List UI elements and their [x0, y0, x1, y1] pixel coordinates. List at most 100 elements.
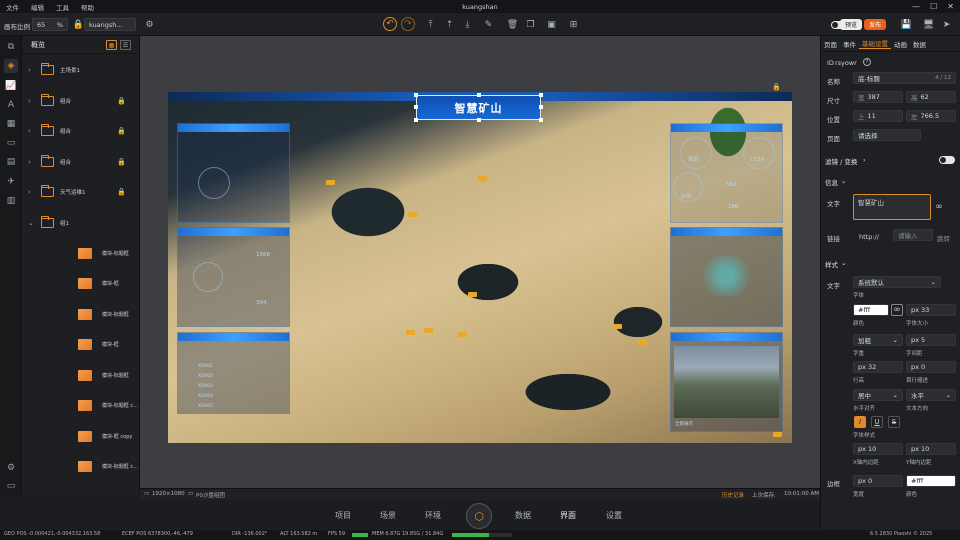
layer-item[interactable]: › 组合 🔒 [22, 91, 140, 111]
layer-item[interactable]: 模块-标题框 c... [22, 457, 140, 477]
group-icon[interactable]: ▣ [545, 18, 558, 31]
layer-item[interactable]: 模块-标题框 [22, 243, 140, 263]
tab-project[interactable]: 项目 [335, 510, 351, 521]
resize-handle[interactable] [539, 105, 543, 109]
layer-item[interactable]: › 组合 🔒 [22, 152, 140, 172]
resize-handle[interactable] [539, 118, 543, 122]
settings-icon[interactable]: ⚙ [4, 461, 18, 475]
italic-icon[interactable]: I [854, 416, 866, 428]
chevron-right-icon[interactable]: › [28, 158, 31, 166]
left-panel-1[interactable] [177, 123, 290, 223]
layers-icon[interactable]: ◈ [4, 59, 18, 73]
resize-handle[interactable] [414, 105, 418, 109]
right-panel-3[interactable]: 全景展示 [670, 332, 783, 432]
tab-settings[interactable]: 设置 [606, 510, 622, 521]
link-prefix[interactable]: http:// [859, 233, 879, 241]
tab-animation[interactable]: 动画 [891, 39, 910, 49]
tab-ui[interactable]: 界面 [560, 510, 576, 521]
layer-item[interactable]: 模块-框 [22, 335, 140, 355]
resize-handle[interactable] [477, 118, 481, 122]
style-section[interactable]: 样式 [825, 259, 838, 269]
layer-item[interactable]: 模块-标题框 [22, 304, 140, 324]
left-input[interactable]: 左 766.5 [906, 110, 956, 122]
resize-handle[interactable] [477, 93, 481, 97]
scene-canvas[interactable]: 智慧矿山 1568 394 XXX01 XXX02 XXX03 XXX04 XXX05 … [168, 92, 792, 443]
zoom-input[interactable]: 65 % [32, 18, 68, 31]
publish-button[interactable]: 发布 [864, 19, 887, 30]
layer-item[interactable]: › 主场景1 [22, 60, 140, 80]
font-size-input[interactable]: px 33 [906, 304, 956, 316]
maximize-icon[interactable]: ☐ [930, 2, 937, 11]
delete-icon[interactable]: 🗑 [506, 18, 519, 31]
layer-item[interactable]: › 组合 🔒 [22, 121, 140, 141]
width-input[interactable]: 宽 387 [853, 91, 903, 103]
padding-y-input[interactable]: px 10 [906, 443, 956, 455]
canvas-lock-icon[interactable]: 🔒 [772, 83, 781, 91]
menu-help[interactable]: 帮助 [75, 2, 100, 12]
border-width-input[interactable]: px 0 [853, 475, 903, 487]
chevron-down-icon[interactable]: ⌄ [28, 219, 34, 227]
padding-x-input[interactable]: px 10 [853, 443, 903, 455]
move-up-icon[interactable]: ⇡ [443, 18, 456, 31]
preview-button[interactable]: 预览 [840, 19, 863, 30]
border-color-input[interactable]: #fff [906, 475, 956, 487]
resize-handle[interactable] [414, 93, 418, 97]
layer-item[interactable]: 模块-标题框 [22, 365, 140, 385]
table-icon[interactable]: ▦ [4, 117, 18, 131]
chevron-right-icon[interactable]: › [28, 66, 31, 74]
home-logo-icon[interactable]: ⬡ [466, 503, 492, 529]
jump-button[interactable]: 跳转 [937, 233, 950, 243]
layer-item[interactable]: 模块-框 copy [22, 426, 140, 446]
line-height-input[interactable]: px 32 [853, 361, 903, 373]
font-select[interactable]: 系统默认 ⌄ [853, 276, 941, 288]
grid-icon[interactable]: ⊞ [567, 18, 580, 31]
layer-item[interactable]: ⌄ 组1 [22, 213, 140, 233]
copy-icon[interactable]: ❐ [524, 18, 537, 31]
project-select[interactable]: kuangsh... [84, 18, 136, 31]
color-input[interactable]: #fff [853, 304, 889, 316]
left-panel-3[interactable] [177, 332, 290, 414]
tab-events[interactable]: 事件 [840, 39, 859, 49]
tab-basic[interactable]: 基础设置 [859, 38, 891, 49]
lock-icon[interactable]: 🔒 [117, 97, 126, 105]
tab-page[interactable]: 页面 [821, 39, 840, 49]
send-icon[interactable]: ➤ [940, 18, 953, 31]
letter-spacing-input[interactable]: px 5 [906, 334, 956, 346]
chevron-right-icon[interactable]: › [28, 188, 31, 196]
resize-handle[interactable] [539, 93, 543, 97]
help-icon[interactable]: ? [863, 58, 871, 66]
align-top-icon[interactable]: ⤒ [424, 18, 437, 31]
resize-handle[interactable] [414, 118, 418, 122]
chart-icon[interactable]: 📈 [4, 79, 18, 93]
right-panel-2[interactable] [670, 227, 783, 327]
text-direction-select[interactable]: 水平 ⌄ [906, 389, 956, 401]
chevron-right-icon[interactable]: › [28, 97, 31, 105]
tab-data[interactable]: 数据 [910, 39, 929, 49]
filter-toggle[interactable] [939, 156, 955, 166]
list-view-icon[interactable]: ☰ [120, 40, 131, 50]
monitor-icon[interactable]: 🖥 [922, 18, 935, 31]
underline-icon[interactable]: U [871, 416, 883, 428]
link-icon[interactable]: ∞ [891, 304, 903, 316]
scene-title-element[interactable]: 智慧矿山 [416, 95, 541, 120]
archive-icon[interactable]: ▥ [4, 194, 18, 208]
lock-icon[interactable]: 🔒 [117, 127, 126, 135]
chevron-right-icon[interactable]: › [28, 127, 31, 135]
text-align-select[interactable]: 居中 ⌄ [853, 389, 903, 401]
indent-input[interactable]: px 0 [906, 361, 956, 373]
text-icon[interactable]: A [4, 98, 18, 112]
tab-scene[interactable]: 场景 [380, 510, 396, 521]
terminal-icon[interactable]: ▭ [4, 479, 18, 493]
menu-edit[interactable]: 编辑 [25, 2, 50, 12]
tab-data[interactable]: 数据 [515, 510, 531, 521]
font-weight-select[interactable]: 加粗 ⌄ [853, 334, 903, 346]
undo-icon[interactable]: ↶ [383, 17, 397, 31]
close-icon[interactable]: ✕ [947, 2, 954, 11]
image-icon[interactable]: ▭ [4, 136, 18, 150]
history-button[interactable]: 历史记录 [722, 491, 744, 499]
brush-icon[interactable]: ✎ [482, 18, 495, 31]
page-select[interactable]: 请选择 [853, 129, 921, 141]
tab-environment[interactable]: 环境 [425, 510, 441, 521]
media-icon[interactable]: ▤ [4, 155, 18, 169]
menu-tools[interactable]: 工具 [50, 2, 75, 12]
